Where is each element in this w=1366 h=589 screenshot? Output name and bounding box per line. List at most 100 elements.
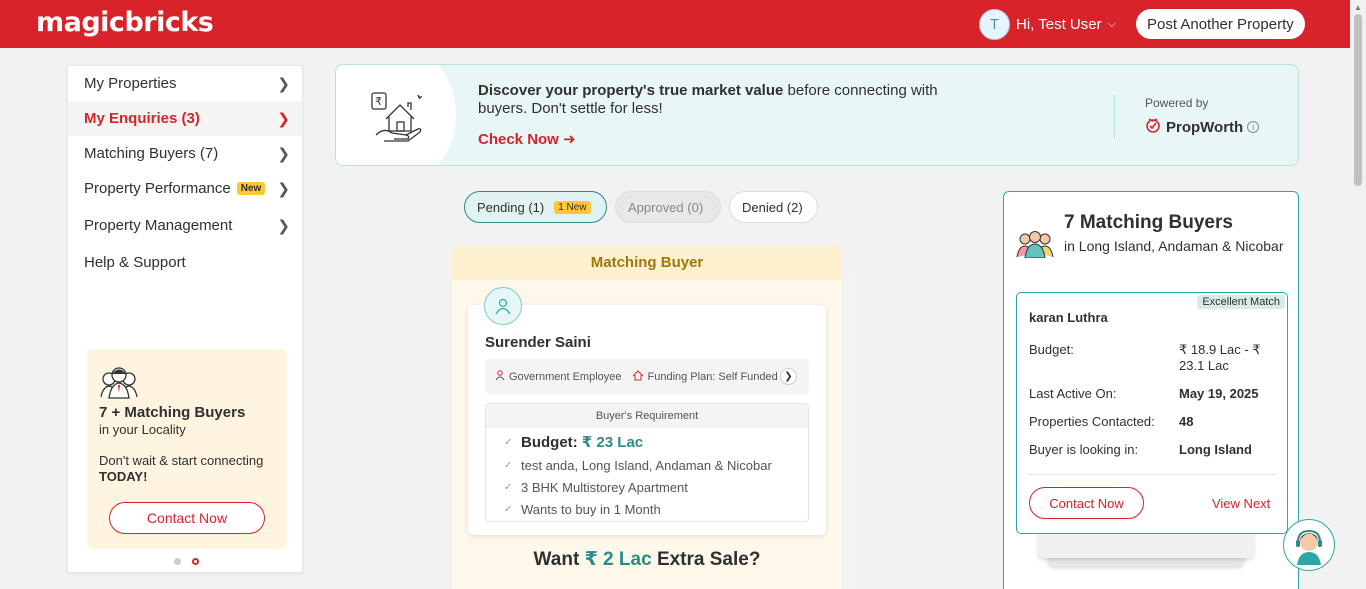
user-greeting[interactable]: Hi, Test User [1016, 16, 1102, 33]
person-icon [495, 369, 505, 384]
carousel-dot[interactable] [174, 558, 181, 565]
sidebar: My Properties ❯ My Enquiries (3) ❯ Match… [67, 65, 303, 573]
sidebar-item-label: My Enquiries (3) [84, 110, 200, 127]
post-another-property-button[interactable]: Post Another Property [1136, 9, 1305, 39]
view-next-link[interactable]: View Next [1212, 496, 1270, 511]
chevron-down-icon[interactable]: ⌵ [1108, 18, 1116, 31]
promo-title: 7 + Matching Buyers [99, 404, 246, 421]
tab-denied[interactable]: Denied (2) [729, 191, 818, 223]
sidebar-item-label: Property Management [84, 217, 233, 234]
sidebar-item-help-support[interactable]: Help & Support [68, 245, 302, 280]
magicbricks-logo[interactable]: magicbricks [36, 7, 214, 38]
tag-funding: Funding Plan: Self Funded [632, 369, 778, 384]
card-divider [1029, 474, 1275, 475]
requirement-text: 3 BHK Multistorey Apartment [521, 480, 688, 495]
matching-buyers-title: 7 Matching Buyers [1064, 212, 1233, 233]
check-icon: ✓ [504, 460, 513, 471]
info-icon[interactable]: i [1247, 121, 1260, 133]
user-avatar[interactable]: T [979, 9, 1010, 40]
row-value: May 19, 2025 [1179, 386, 1259, 401]
excellent-match-badge: Excellent Match [1197, 295, 1285, 309]
requirement-text: test anda, Long Island, Andaman & Nicoba… [521, 458, 772, 473]
scroll-thumb[interactable] [1354, 14, 1362, 186]
check-icon: ✓ [504, 482, 513, 493]
card-stack-shadow [842, 270, 856, 589]
sidebar-item-property-performance[interactable]: Property Performance New ❯ [68, 171, 302, 206]
contact-now-button[interactable]: Contact Now [1029, 487, 1144, 519]
promo-subtitle: in your Locality [99, 422, 186, 437]
chat-support-icon[interactable] [1283, 519, 1335, 571]
requirement-location: ✓ test anda, Long Island, Andaman & Nico… [504, 458, 772, 473]
requirement-text: Wants to buy in 1 Month [521, 502, 661, 517]
banner-headline: Discover your property's true market val… [478, 82, 968, 118]
sidebar-item-my-enquiries[interactable]: My Enquiries (3) ❯ [68, 101, 302, 136]
row-label: Buyer is looking in: [1029, 442, 1139, 457]
chevron-right-icon: ❯ [277, 217, 290, 235]
chevron-right-icon: ❯ [277, 145, 290, 163]
propworth-logo-icon [1145, 117, 1161, 137]
sidebar-item-my-properties[interactable]: My Properties ❯ [68, 66, 302, 101]
buyer-details-box: Surender Saini Government Employee Fundi… [468, 305, 826, 535]
row-label: Last Active On: [1029, 386, 1117, 401]
buyers-group-icon [99, 365, 139, 404]
buyer-avatar-icon [484, 287, 522, 325]
promo-contact-now-button[interactable]: Contact Now [109, 502, 265, 534]
want-prefix: Want [533, 549, 580, 570]
tag-occupation: Government Employee [495, 369, 622, 384]
tab-pending[interactable]: Pending (1) 1 New [464, 191, 607, 223]
buyer-name: Surender Saini [485, 334, 591, 351]
card-stack-shadow [1038, 532, 1254, 558]
matching-buyers-location: in Long Island, Andaman & Nicobar [1064, 238, 1284, 254]
home-icon [632, 369, 644, 384]
requirement-budget: ✓ Budget: ₹ 23 Lac [504, 433, 643, 451]
buyer-requirement-box: Buyer's Requirement ✓ Budget: ₹ 23 Lac ✓… [485, 403, 809, 522]
powered-by-label: Powered by [1145, 96, 1209, 110]
banner-divider [1114, 95, 1115, 139]
row-value: ₹ 18.9 Lac - ₹ 23.1 Lac [1179, 342, 1261, 373]
buyers-group-icon [1016, 228, 1054, 263]
user-menu[interactable]: T Hi, Test User ⌵ [979, 9, 1116, 40]
promo-text-bold: TODAY! [99, 469, 148, 484]
promo-text-main: Don't wait & start connecting [99, 453, 264, 468]
house-valuation-icon: ₹ [370, 89, 426, 148]
chevron-right-icon: ❯ [277, 110, 290, 128]
row-label: Properties Contacted: [1029, 414, 1155, 429]
sidebar-item-label: Property Performance [84, 180, 231, 197]
propworth-banner: ₹ Discover your property's true market v… [335, 64, 1299, 166]
matching-buyer-header: Matching Buyer [452, 246, 842, 280]
extra-sale-heading: Want ₹ 2 Lac Extra Sale? [452, 548, 842, 571]
check-now-label: Check Now [478, 131, 559, 148]
want-suffix: Extra Sale? [656, 549, 761, 570]
sidebar-item-label: Matching Buyers (7) [84, 145, 219, 162]
new-count-badge: 1 New [554, 200, 591, 214]
page-scrollbar[interactable]: ▲ [1350, 0, 1366, 589]
sidebar-item-label: Help & Support [84, 254, 186, 271]
check-icon: ✓ [504, 504, 513, 515]
chevron-right-icon: ❯ [277, 180, 290, 198]
matching-buyers-promo: 7 + Matching Buyers in your Locality Don… [87, 349, 287, 549]
tab-approved[interactable]: Approved (0) [615, 191, 721, 223]
chevron-right-icon: ❯ [277, 75, 290, 93]
budget-label: Budget: [521, 434, 578, 451]
sidebar-item-property-management[interactable]: Property Management ❯ [68, 208, 302, 243]
buyer-tags: Government Employee Funding Plan: Self F… [485, 359, 809, 394]
buyer-name: karan Luthra [1029, 310, 1108, 325]
buyer-card: Excellent Match karan Luthra Budget: ₹ 1… [1016, 292, 1288, 534]
want-value: ₹ 2 Lac [584, 549, 652, 570]
arrow-right-icon: ➜ [563, 131, 576, 148]
carousel-dot-active[interactable] [192, 558, 199, 565]
chevron-right-icon[interactable]: ❯ [780, 368, 797, 385]
requirement-timeline: ✓ Wants to buy in 1 Month [504, 502, 661, 517]
scroll-up-arrow-icon[interactable]: ▲ [1354, 3, 1362, 12]
propworth-name: PropWorth [1166, 118, 1244, 136]
row-label: Budget: [1029, 342, 1074, 357]
matching-buyer-card: Matching Buyer Surender Saini Government… [452, 246, 842, 589]
sidebar-item-matching-buyers[interactable]: Matching Buyers (7) ❯ [68, 136, 302, 171]
tag-label: Government Employee [509, 370, 622, 383]
row-value: 48 [1179, 414, 1194, 429]
requirement-title: Buyer's Requirement [486, 404, 808, 428]
tag-label: Funding Plan: Self Funded [647, 370, 778, 383]
new-badge: New [236, 182, 266, 195]
check-now-link[interactable]: Check Now ➜ [478, 130, 576, 148]
sidebar-item-label: My Properties [84, 75, 177, 92]
